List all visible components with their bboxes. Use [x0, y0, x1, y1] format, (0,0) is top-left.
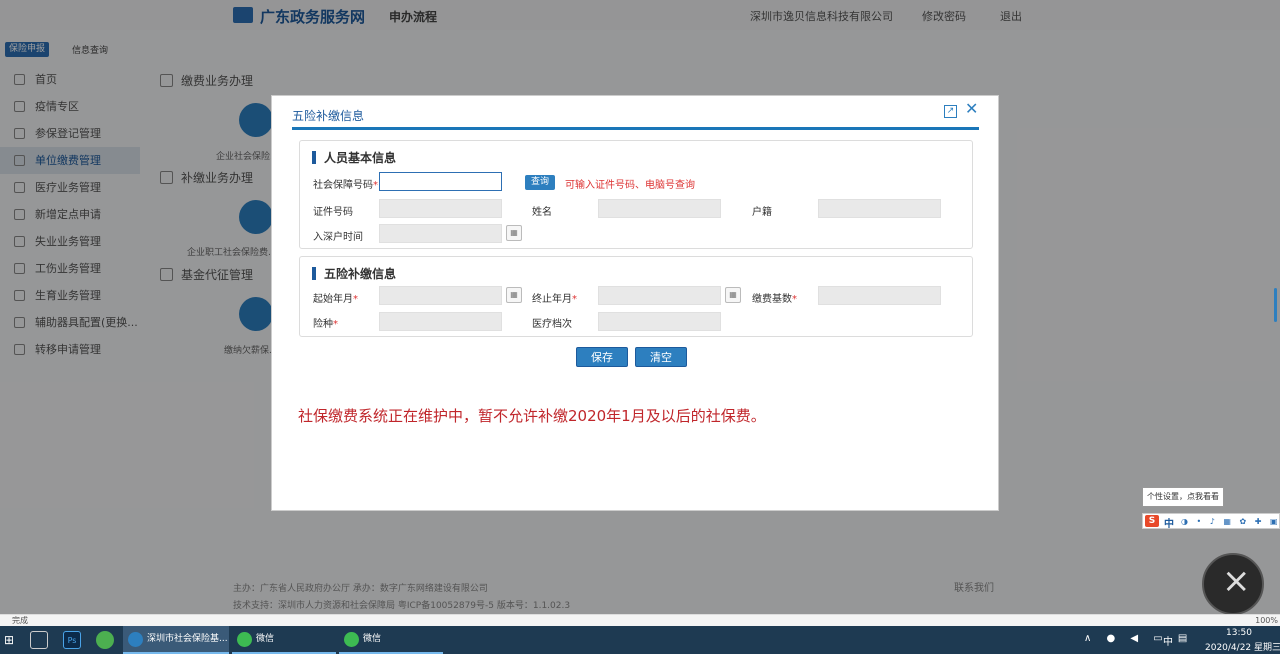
start-month-label: 起始年月*	[313, 294, 358, 305]
taskbar: ⊞ Ps 深圳市社会保险基... 微信 微信 ∧ ● ◀ ▭ ▤ 中 13:50…	[0, 626, 1280, 654]
title-divider	[292, 127, 979, 130]
calendar-icon[interactable]: ▦	[506, 287, 522, 303]
status-text: 完成	[12, 616, 28, 625]
panel-marker	[312, 267, 316, 280]
windows-start-icon[interactable]: ⊞	[4, 634, 16, 646]
system-tray-icons[interactable]: ∧ ● ◀ ▭ ▤	[1084, 633, 1193, 644]
start-month-field[interactable]	[379, 286, 502, 305]
browser-icon[interactable]	[96, 631, 114, 649]
insurance-type-field[interactable]	[379, 312, 502, 331]
tray-ime-indicator[interactable]: 中	[1163, 633, 1173, 648]
ime-tooltip[interactable]: 个性设置，点我看看	[1142, 487, 1224, 507]
browser-tab-icon	[128, 632, 143, 647]
browser-statusbar: 完成 100%	[0, 614, 1280, 626]
medical-level-label: 医疗档次	[532, 319, 572, 330]
scroll-handle[interactable]	[1274, 288, 1277, 322]
payment-base-label: 缴费基数*	[752, 294, 797, 305]
entry-date-label: 入深户时间	[313, 232, 363, 243]
photoshop-icon[interactable]: Ps	[63, 631, 81, 649]
wechat-icon	[344, 632, 359, 647]
ime-tools-icon[interactable]: ◑ • ♪ ▦ ✿ ✚ ▣	[1181, 517, 1280, 526]
query-hint: 可输入证件号码、电脑号查询	[565, 180, 695, 191]
panel-title-personal: 人员基本信息	[312, 149, 396, 166]
end-month-label: 终止年月*	[532, 294, 577, 305]
calendar-icon[interactable]: ▦	[506, 225, 522, 241]
floating-ball-icon[interactable]	[1202, 553, 1264, 615]
backpay-info-panel: 五险补缴信息 起始年月* ▦ 终止年月* ▦ 缴费基数* 险种* 医疗档次	[299, 256, 973, 337]
ime-toolbar: S 中 ◑ • ♪ ▦ ✿ ✚ ▣	[1142, 513, 1280, 530]
ssn-input[interactable]	[379, 172, 502, 191]
personal-info-panel: 人员基本信息 社会保障号码* 查询 可输入证件号码、电脑号查询 证件号码 姓名 …	[299, 140, 973, 249]
sogou-logo-icon[interactable]: S	[1145, 515, 1159, 527]
wechat-icon	[237, 632, 252, 647]
id-number-label: 证件号码	[313, 207, 353, 218]
calendar-icon[interactable]: ▦	[725, 287, 741, 303]
ssn-label: 社会保障号码*	[313, 180, 378, 191]
backpay-modal: 五险补缴信息 ↗ ✕ 人员基本信息 社会保障号码* 查询 可输入证件号码、电脑号…	[271, 95, 999, 511]
close-icon[interactable]: ✕	[965, 101, 978, 117]
payment-base-field[interactable]	[818, 286, 941, 305]
zoom-level[interactable]: 100%	[1255, 615, 1278, 626]
clock-time[interactable]: 13:50	[1226, 628, 1252, 638]
id-number-field	[379, 199, 502, 218]
taskbar-item-browser[interactable]: 深圳市社会保险基...	[123, 626, 229, 654]
entry-date-field	[379, 224, 502, 243]
name-field	[598, 199, 721, 218]
clear-button[interactable]: 清空	[635, 347, 687, 367]
save-button[interactable]: 保存	[576, 347, 628, 367]
hukou-label: 户籍	[752, 207, 772, 218]
popout-icon[interactable]: ↗	[944, 105, 957, 118]
maintenance-notice: 社保缴费系统正在维护中，暂不允许补缴2020年1月及以后的社保费。	[298, 407, 766, 425]
taskbar-item-wechat-1[interactable]: 微信	[232, 626, 336, 654]
ime-language-toggle[interactable]: 中	[1164, 515, 1174, 530]
panel-title-backpay: 五险补缴信息	[312, 265, 396, 282]
insurance-type-label: 险种*	[313, 319, 338, 330]
panel-marker	[312, 151, 316, 164]
name-label: 姓名	[532, 207, 552, 218]
modal-title: 五险补缴信息	[292, 109, 365, 123]
medical-level-field[interactable]	[598, 312, 721, 331]
hukou-field	[818, 199, 941, 218]
taskbar-item-wechat-2[interactable]: 微信	[339, 626, 443, 654]
clock-date[interactable]: 2020/4/22 星期三	[1205, 640, 1280, 653]
task-view-icon[interactable]	[30, 631, 48, 649]
query-button[interactable]: 查询	[525, 175, 556, 190]
end-month-field[interactable]	[598, 286, 721, 305]
